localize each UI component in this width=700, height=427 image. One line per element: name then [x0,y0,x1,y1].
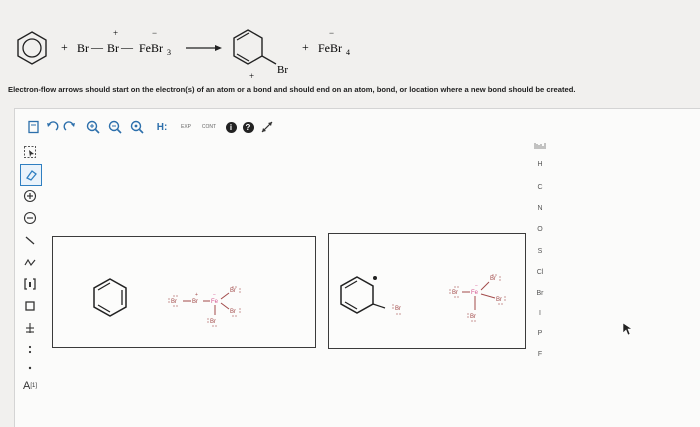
single-bond-tool-icon[interactable] [20,230,40,250]
right-fe-atom[interactable]: Fe [471,290,479,296]
explicit-hydrogen-button[interactable]: EXP [176,118,196,136]
redo-icon[interactable] [62,118,78,136]
expand-icon[interactable] [259,118,275,136]
fe-atom[interactable]: Fe [211,299,219,305]
br-d[interactable]: Br [230,309,236,315]
bond-2: — [120,40,134,54]
chain-tool-icon[interactable] [20,252,40,272]
right-br-c[interactable]: Br [496,297,502,303]
right-br-a[interactable]: Br [452,290,458,296]
element-list-header-icon [530,142,550,152]
plus-sign: + [61,40,68,54]
undo-icon[interactable] [44,118,60,136]
lone-pairs-right [392,274,506,322]
febr3-subscript: 3 [167,48,171,57]
help-icon[interactable]: ? [241,118,255,136]
atom-label-tool[interactable]: A [1] [20,376,40,396]
hydrogen-toggle-button[interactable]: H: [152,118,172,136]
eraser-tool-icon[interactable] [20,164,42,186]
febr4-charge: − [329,28,334,38]
zoom-in-icon[interactable] [84,118,102,136]
lone-pair-tool-icon[interactable] [20,340,40,360]
selection-dot [373,276,377,280]
instructions-text: Electron-flow arrows should start on the… [8,85,576,94]
product-drawing: Br Br Fe Br Br Br − [340,274,506,322]
reactant-drawing: Br Br Fe Br Br Br + − [93,278,241,327]
reactant-panel[interactable]: Br Br Fe Br Br Br + − [52,236,316,348]
element-c[interactable]: C [530,184,550,191]
right-fe-charge: − [475,283,478,289]
info-icon[interactable]: i [224,118,238,136]
br-left: Br [77,41,89,55]
br-on-ring[interactable]: Br [395,306,401,312]
bracket-tool-icon[interactable] [20,274,40,294]
arenium-product [233,29,277,65]
radical-tool-icon[interactable] [20,358,40,378]
br-b-charge: + [195,292,198,298]
element-br[interactable]: Br [530,290,550,297]
benzene-reactant [17,31,47,65]
contract-button[interactable]: CONT [198,118,220,136]
element-i[interactable]: I [530,310,550,317]
plus-sign-product: + [302,40,309,54]
rectangle-tool-icon[interactable] [20,296,40,316]
arrow-tool-icon[interactable] [20,318,40,338]
arenium-right-panel [340,276,386,314]
benzene-left-panel [93,278,127,317]
element-o[interactable]: O [530,226,550,233]
element-h[interactable]: H [530,161,550,168]
br-a[interactable]: Br [171,299,177,305]
reaction-arrow [186,45,222,51]
product-charge: + [249,71,254,81]
zoom-reset-icon[interactable] [128,118,146,136]
element-list: H C N O S Cl Br I P F [530,140,550,370]
product-panel[interactable]: Br Br Fe Br Br Br − [328,233,526,349]
br-e[interactable]: Br [210,319,216,325]
br-middle: Br [107,41,119,55]
br-b[interactable]: Br [192,299,198,305]
right-br-b[interactable]: Br [490,276,496,282]
element-f[interactable]: F [530,351,550,358]
element-s[interactable]: S [530,248,550,255]
element-p[interactable]: P [530,330,550,337]
positive-charge-icon[interactable] [20,186,40,206]
right-br-d[interactable]: Br [470,314,476,320]
br-middle-charge: + [113,28,118,38]
left-tool-palette: A [1] [14,140,46,426]
febr3: FeBr [139,41,163,55]
element-n[interactable]: N [530,205,550,212]
editor-toolbar: H: EXP CONT i ? [14,114,314,140]
febr3-charge: − [152,28,157,38]
product-bromine: Br [277,64,288,76]
reaction-equation: + Br — Br + — FeBr 3 − Br + + FeBr 4 − [17,28,350,81]
negative-charge-icon[interactable] [20,208,40,228]
febr4: FeBr [318,41,342,55]
br-c[interactable]: Br [230,288,236,294]
bond-1: — [90,40,104,54]
select-tool-icon[interactable] [20,142,40,162]
element-cl[interactable]: Cl [530,269,550,276]
mouse-cursor-icon [622,322,633,336]
zoom-out-icon[interactable] [106,118,124,136]
fe-charge: − [213,292,216,298]
febr4-subscript: 4 [346,48,350,57]
new-document-icon[interactable] [26,118,42,136]
